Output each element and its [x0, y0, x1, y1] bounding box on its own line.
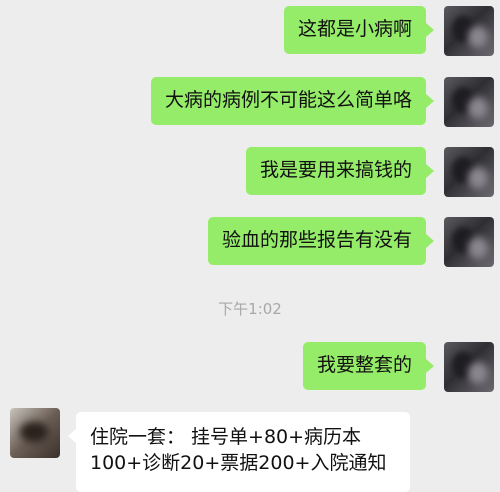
message-bubble[interactable]: 大病的病例不可能这么简单咯	[150, 77, 435, 125]
avatar[interactable]	[444, 147, 494, 197]
avatar[interactable]	[444, 77, 494, 127]
chat-timestamp: 下午1:02	[218, 300, 282, 318]
avatar[interactable]	[444, 342, 494, 392]
message-text: 这都是小病啊	[297, 18, 412, 40]
message-bubble[interactable]: 验血的那些报告有没有	[207, 217, 435, 265]
avatar[interactable]	[444, 217, 494, 267]
message-text: 我是要用来搞钱的	[259, 159, 412, 181]
message-text: 我要整套的	[316, 354, 412, 376]
message-text-line: 住院一套： 挂号单+80+病历本	[90, 426, 362, 448]
message-bubble[interactable]: 我要整套的	[302, 342, 435, 390]
incoming-message-bubble[interactable]: 住院一套： 挂号单+80+病历本 100+诊断20+票据200+入院通知	[68, 412, 410, 492]
message-bubble[interactable]: 我是要用来搞钱的	[245, 147, 435, 195]
message-bubble[interactable]: 这都是小病啊	[283, 6, 435, 54]
contact-avatar[interactable]	[10, 408, 60, 458]
avatar[interactable]	[444, 6, 494, 56]
message-text-line: 100+诊断20+票据200+入院通知	[90, 452, 387, 474]
message-text: 验血的那些报告有没有	[221, 229, 412, 251]
message-text: 大病的病例不可能这么简单咯	[164, 89, 412, 111]
